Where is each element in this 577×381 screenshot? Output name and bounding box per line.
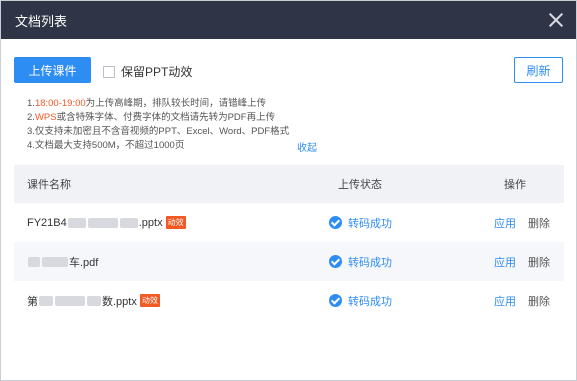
ops-cell: 应用 删除 bbox=[494, 215, 564, 231]
redacted-text bbox=[119, 217, 138, 228]
table-header: 课件名称 上传状态 操作 bbox=[14, 165, 564, 203]
file-name: 第 数.pptx 动效 bbox=[14, 293, 304, 309]
note-2-wps: WPS bbox=[34, 112, 57, 123]
file-name-start: 第 bbox=[27, 295, 38, 308]
redacted-text bbox=[42, 256, 68, 267]
apply-button[interactable]: 应用 bbox=[494, 254, 516, 270]
redacted-text bbox=[55, 295, 85, 306]
file-name-end: 数.pptx bbox=[102, 295, 137, 308]
file-name: 车.pdf bbox=[14, 254, 304, 270]
table-row: 车.pdf 转码成功 应用 删除 bbox=[14, 242, 564, 281]
success-check-icon bbox=[329, 255, 342, 268]
delete-button[interactable]: 删除 bbox=[528, 215, 550, 231]
note-line-3: 3.仅支持未加密且不含音视频的PPT、Excel、Word、PDF格式 bbox=[27, 126, 290, 137]
file-name-end: 车.pdf bbox=[69, 256, 99, 269]
status-text: 转码成功 bbox=[348, 217, 392, 230]
toolbar: 上传课件 保留PPT动效 刷新 bbox=[14, 57, 563, 83]
note-line-4: 4.文档最大支持500M，不超过1000页 bbox=[27, 140, 185, 151]
redacted-text bbox=[39, 295, 53, 306]
redacted-text bbox=[67, 217, 86, 228]
keep-ppt-animation-label: 保留PPT动效 bbox=[121, 65, 193, 79]
header-name: 课件名称 bbox=[27, 179, 71, 191]
redacted-text bbox=[87, 217, 118, 228]
status-text: 转码成功 bbox=[348, 295, 392, 308]
keep-ppt-animation-checkbox[interactable] bbox=[103, 65, 115, 78]
file-name: FY21B4 .pptx 动效 bbox=[14, 216, 304, 229]
status-cell: 转码成功 bbox=[304, 254, 494, 270]
refresh-button[interactable]: 刷新 bbox=[514, 57, 563, 83]
header-ops: 操作 bbox=[504, 179, 526, 191]
close-icon[interactable] bbox=[546, 10, 566, 30]
dialog-titlebar: 文档列表 bbox=[1, 1, 576, 39]
upload-courseware-button[interactable]: 上传课件 bbox=[14, 57, 91, 83]
animation-badge: 动效 bbox=[165, 216, 186, 229]
ops-cell: 应用 删除 bbox=[494, 293, 564, 309]
note-2-prefix: 2. bbox=[27, 112, 35, 123]
apply-button[interactable]: 应用 bbox=[494, 215, 516, 231]
keep-ppt-animation-option[interactable]: 保留PPT动效 bbox=[103, 63, 192, 80]
note-line-2: 2.WPS或含特殊字体、付费字体的文档请先转为PDF再上传 bbox=[27, 111, 289, 125]
redacted-text bbox=[87, 295, 101, 306]
document-table: 课件名称 上传状态 操作 FY21B4 .pptx 动效 转码成功 应用 删除 bbox=[14, 165, 564, 320]
note-1-time: 18:00-19:00 bbox=[34, 98, 86, 109]
note-2-text: 或含特殊字体、付费字体的文档请先转为PDF再上传 bbox=[56, 112, 276, 123]
success-check-icon bbox=[329, 216, 342, 229]
collapse-notes-link[interactable]: 收起 bbox=[297, 139, 317, 154]
status-cell: 转码成功 bbox=[304, 215, 494, 231]
table-row: FY21B4 .pptx 动效 转码成功 应用 删除 bbox=[14, 203, 564, 242]
note-line-1: 1.18:00-19:00为上传高峰期，排队较长时间，请错峰上传 bbox=[27, 97, 289, 111]
note-1-prefix: 1. bbox=[27, 98, 35, 109]
upload-notes: 1.18:00-19:00为上传高峰期，排队较长时间，请错峰上传 2.WPS或含… bbox=[27, 97, 289, 153]
status-cell: 转码成功 bbox=[304, 293, 494, 309]
ops-cell: 应用 删除 bbox=[494, 254, 564, 270]
document-list-dialog: 文档列表 上传课件 保留PPT动效 刷新 1.18:00-19:00为上传高峰期… bbox=[0, 0, 577, 381]
success-check-icon bbox=[329, 294, 342, 307]
file-name-start: FY21B4 bbox=[27, 216, 67, 229]
note-1-text: 为上传高峰期，排队较长时间，请错峰上传 bbox=[85, 98, 267, 109]
delete-button[interactable]: 删除 bbox=[528, 254, 550, 270]
dialog-title: 文档列表 bbox=[15, 13, 68, 29]
header-status: 上传状态 bbox=[338, 179, 382, 191]
table-row: 第 数.pptx 动效 转码成功 应用 删除 bbox=[14, 281, 564, 320]
animation-badge: 动效 bbox=[139, 294, 160, 307]
apply-button[interactable]: 应用 bbox=[494, 293, 516, 309]
delete-button[interactable]: 删除 bbox=[528, 293, 550, 309]
status-text: 转码成功 bbox=[348, 256, 392, 269]
redacted-text bbox=[28, 256, 40, 267]
file-name-end: .pptx bbox=[138, 216, 163, 229]
